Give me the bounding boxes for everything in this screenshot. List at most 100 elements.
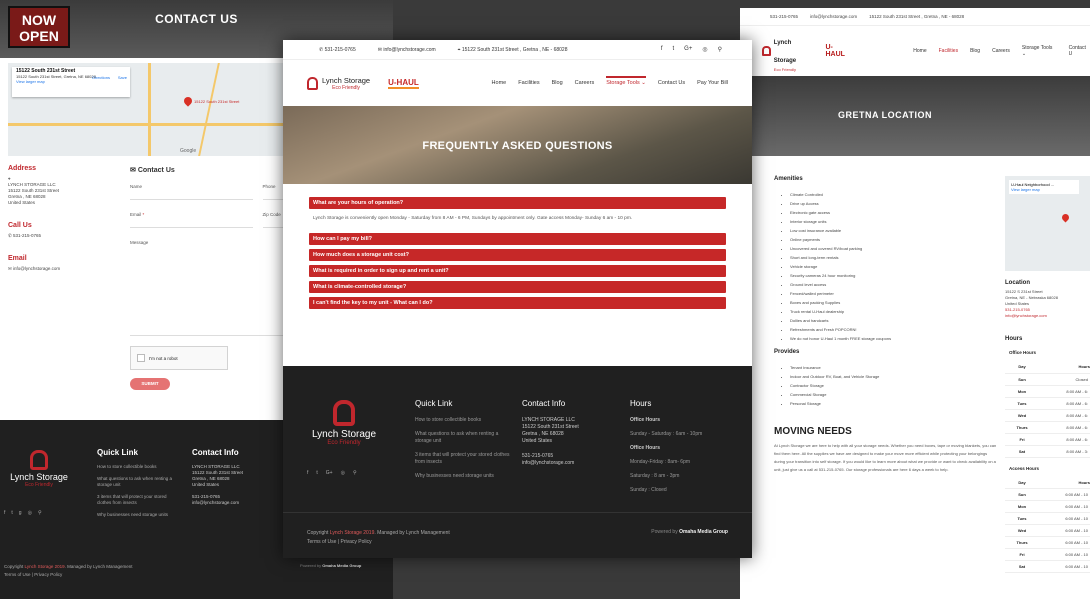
copyright-brand[interactable]: Lynch Storage 2019 xyxy=(25,564,65,569)
email-field[interactable]: Email * xyxy=(130,212,253,228)
faq-question[interactable]: What is climate-controlled storage? xyxy=(309,281,726,293)
topbar-email[interactable]: ✉ info@lynchstorage.com xyxy=(378,47,436,53)
facebook-icon[interactable]: f xyxy=(661,46,663,53)
footer-bottom: Copyright Lynch Storage 2019. Managed by… xyxy=(283,512,752,558)
uhaul-logo[interactable]: U-HAUL xyxy=(825,44,851,58)
day-cell: Fri xyxy=(1005,548,1039,561)
nav-blog[interactable]: Blog xyxy=(970,48,980,54)
site-logo[interactable]: Lynch Storage Eco Friendly xyxy=(762,31,813,72)
topbar-phone-text: 531-215-0765 xyxy=(324,46,356,53)
nav-facilities[interactable]: Facilities xyxy=(518,80,539,86)
faq-question[interactable]: How can I pay my bill? xyxy=(309,233,726,245)
social-links: f t G+ ◎ ⚲ xyxy=(661,46,722,53)
location-email[interactable]: info@lynchstorage.com xyxy=(1005,313,1090,319)
footer-logo[interactable]: Lynch Storage Eco Friendly xyxy=(4,450,74,488)
phone-link[interactable]: 531-215-0765 xyxy=(13,233,41,238)
twitter-icon[interactable]: t xyxy=(11,510,12,516)
faq-question[interactable]: How much does a storage unit cost? xyxy=(309,249,726,261)
view-larger-map-link[interactable]: View larger map xyxy=(1011,187,1040,192)
nav-home[interactable]: Home xyxy=(913,48,926,54)
captcha-label: I'm not a robot xyxy=(149,355,178,361)
list-item: Fenced/walled perimeter xyxy=(790,289,994,298)
privacy-link[interactable]: Privacy Policy xyxy=(341,539,372,545)
submit-button[interactable]: SUBMIT xyxy=(130,378,170,390)
google-plus-icon[interactable]: G+ xyxy=(326,470,333,476)
copyright-brand[interactable]: Lynch Storage 2019 xyxy=(330,530,375,536)
nav-facilities[interactable]: Facilities xyxy=(939,48,958,54)
list-item: Vehicle storage xyxy=(790,262,994,271)
quick-link[interactable]: 3 items that will protect your stored cl… xyxy=(97,494,182,506)
faq-question[interactable]: I can't find the key to my unit - What c… xyxy=(309,297,726,309)
quick-link[interactable]: Why businesses need storage units xyxy=(415,473,510,480)
location-map[interactable]: U-Haul Neighborhood ... View larger map xyxy=(1005,176,1090,271)
topbar-phone[interactable]: 531-215-0765 xyxy=(770,14,798,19)
day-cell: Sat xyxy=(1005,560,1039,573)
quick-link[interactable]: 3 items that will protect your stored cl… xyxy=(415,452,510,466)
table-row: Fri 8:00 AM - 6: xyxy=(1005,433,1090,446)
site-logo[interactable]: Lynch Storage Eco Friendly xyxy=(307,76,370,91)
topbar-phone[interactable]: ✆ 531-215-0765 xyxy=(319,47,356,53)
powered-by-link[interactable]: Omaha Media Group xyxy=(679,529,728,535)
nav-careers[interactable]: Careers xyxy=(575,80,595,86)
nav-storage-tools[interactable]: Storage Tools ⌄ xyxy=(606,76,646,86)
twitter-icon[interactable]: t xyxy=(316,470,317,476)
nav-careers[interactable]: Careers xyxy=(992,48,1010,54)
uhaul-logo[interactable]: U-HAUL xyxy=(388,78,419,89)
nav-home[interactable]: Home xyxy=(492,80,507,86)
map-pin-icon[interactable] xyxy=(1060,212,1071,223)
twitter-icon[interactable]: t xyxy=(673,46,675,53)
contact-line: United States xyxy=(522,438,553,444)
google-plus-icon[interactable]: g xyxy=(19,510,22,516)
captcha-checkbox[interactable] xyxy=(137,354,145,362)
footer-email[interactable]: info@lynchstorage.com xyxy=(522,460,617,467)
nav-contact[interactable]: Contact U xyxy=(1069,45,1090,57)
search-icon[interactable]: ⚲ xyxy=(38,510,42,516)
quick-link[interactable]: How to store collectible books xyxy=(97,464,182,470)
name-field[interactable]: Name xyxy=(130,184,253,200)
day-cell: Tues xyxy=(1005,512,1039,525)
contact-line: Gretna , NE 68028 xyxy=(522,431,564,437)
view-larger-map-link[interactable]: View larger map xyxy=(16,79,45,84)
instagram-icon[interactable]: ◎ xyxy=(702,46,707,53)
recaptcha[interactable]: I'm not a robot xyxy=(130,346,228,370)
quick-link[interactable]: What questions to ask when renting a sto… xyxy=(97,476,182,488)
day-cell: Thurs xyxy=(1005,536,1039,549)
nav-pay-bill[interactable]: Pay Your Bill xyxy=(697,80,728,86)
google-map[interactable]: 15122 South 231st Street 15122 South 231… xyxy=(8,63,288,156)
directions-link[interactable]: Directions xyxy=(92,75,110,80)
footer-email[interactable]: info@lynchstorage.com xyxy=(192,500,272,506)
col-day: Day xyxy=(1005,476,1039,489)
terms-link[interactable]: Terms of Use xyxy=(4,572,31,577)
search-icon[interactable]: ⚲ xyxy=(353,470,357,476)
footer-logo[interactable]: Lynch Storage Eco Friendly xyxy=(305,400,383,446)
instagram-icon[interactable]: ◎ xyxy=(341,470,345,476)
terms-link[interactable]: Terms of Use xyxy=(307,539,336,545)
hours-cell: 8:00 AM - 3: xyxy=(1039,445,1090,458)
location-hero: GRETNA LOCATION xyxy=(740,76,1090,156)
main-nav: Lynch Storage Eco Friendly U-HAUL Home Fa… xyxy=(283,60,752,106)
quick-link[interactable]: How to store collectible books xyxy=(415,417,510,424)
map-pin-icon[interactable] xyxy=(182,95,194,107)
save-link[interactable]: Save xyxy=(118,75,127,80)
facebook-icon[interactable]: f xyxy=(4,510,5,516)
list-item: Low cost insurance available xyxy=(790,226,994,235)
facebook-icon[interactable]: f xyxy=(307,470,308,476)
nav-contact[interactable]: Contact Us xyxy=(658,80,685,86)
nav-storage-tools[interactable]: Storage Tools ⌄ xyxy=(1022,45,1057,57)
faq-question[interactable]: What are your hours of operation? xyxy=(309,197,726,209)
topbar-email[interactable]: info@lynchstorage.com xyxy=(810,14,857,19)
quick-link[interactable]: What questions to ask when renting a sto… xyxy=(415,431,510,445)
email-link[interactable]: info@lynchstorage.com xyxy=(13,266,60,271)
faq-question[interactable]: What is required in order to sign up and… xyxy=(309,265,726,277)
powered-by-link[interactable]: Omaha Media Group xyxy=(322,563,361,568)
nav-blog[interactable]: Blog xyxy=(552,80,563,86)
google-plus-icon[interactable]: G+ xyxy=(684,46,692,53)
instagram-icon[interactable]: ◎ xyxy=(28,510,32,516)
table-row: Sat 8:00 AM - 3: xyxy=(1005,445,1090,458)
hours-cell: 8:00 AM - 6: xyxy=(1039,397,1090,410)
footer-phone[interactable]: 531-215-0765 xyxy=(522,453,617,460)
moving-needs-section: MOVING NEEDS At Lynch Storage we are her… xyxy=(774,426,999,474)
quick-link[interactable]: Why businesses need storage units xyxy=(97,512,182,518)
privacy-link[interactable]: Privacy Policy xyxy=(34,572,62,577)
search-icon[interactable]: ⚲ xyxy=(718,46,722,53)
